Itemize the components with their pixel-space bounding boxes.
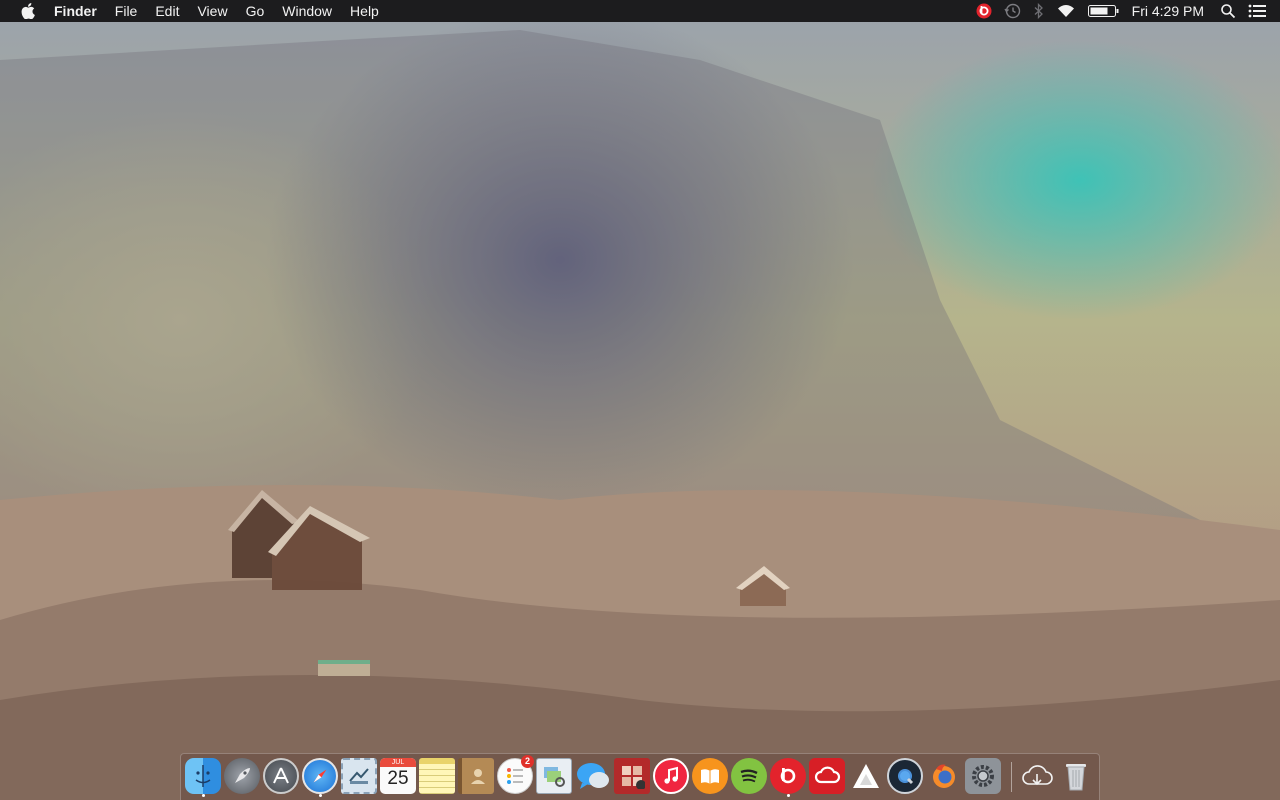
- dock-quicktime-icon[interactable]: [887, 758, 923, 794]
- dock-mail-stamp-icon[interactable]: [341, 758, 377, 794]
- menu-file[interactable]: File: [115, 3, 138, 19]
- dock-calendar-icon[interactable]: JUL 25: [380, 758, 416, 794]
- time-machine-icon[interactable]: [1004, 0, 1022, 22]
- dock-notes-icon[interactable]: [419, 758, 455, 794]
- battery-icon[interactable]: [1087, 0, 1120, 22]
- calendar-month: JUL: [380, 758, 416, 767]
- menu-bar: Finder File Edit View Go Window Help Fri…: [0, 0, 1280, 22]
- dock-app-store-icon[interactable]: [263, 758, 299, 794]
- menu-view[interactable]: View: [197, 3, 227, 19]
- spotlight-search-icon[interactable]: [1220, 0, 1236, 22]
- beats-icon[interactable]: [976, 0, 992, 22]
- dock-contacts-book-icon[interactable]: [458, 758, 494, 794]
- dock-itunes-note-icon[interactable]: [653, 758, 689, 794]
- notification-center-icon[interactable]: [1248, 0, 1266, 22]
- running-indicator-finder: [202, 794, 205, 797]
- menu-go[interactable]: Go: [246, 3, 265, 19]
- dock-trash-icon[interactable]: [1058, 758, 1094, 794]
- dock-separator: [1011, 762, 1012, 792]
- dock-creative-cloud-icon[interactable]: [809, 758, 845, 794]
- dock-cloud-download-icon[interactable]: [1019, 758, 1055, 794]
- dock-system-preferences-gear-icon[interactable]: [965, 758, 1001, 794]
- wallpaper-landscape: [0, 30, 1280, 800]
- calendar-day: 25: [387, 768, 409, 789]
- dock-messages-bubble-icon[interactable]: [575, 758, 611, 794]
- dock-firefox-icon[interactable]: [926, 758, 962, 794]
- dock-safari-compass-icon[interactable]: [302, 758, 338, 794]
- running-indicator-safari: [319, 794, 322, 797]
- dock-spotify-icon[interactable]: [731, 758, 767, 794]
- dock-photo-booth-icon[interactable]: [614, 758, 650, 794]
- reminders-badge: 2: [521, 755, 534, 768]
- bluetooth-icon[interactable]: [1034, 0, 1044, 22]
- dock-ibooks-icon[interactable]: [692, 758, 728, 794]
- apple-logo-icon[interactable]: [20, 3, 36, 19]
- dock: JUL 25 2: [180, 753, 1100, 800]
- desktop-wallpaper: [0, 0, 1280, 800]
- running-indicator-beats: [787, 794, 790, 797]
- menu-window[interactable]: Window: [282, 3, 332, 19]
- menu-help[interactable]: Help: [350, 3, 379, 19]
- dock-preview-icon[interactable]: [536, 758, 572, 794]
- menu-clock[interactable]: Fri 4:29 PM: [1132, 3, 1204, 19]
- dock-finder-icon[interactable]: [185, 758, 221, 794]
- menu-edit[interactable]: Edit: [155, 3, 179, 19]
- dock-triangle-icon[interactable]: [848, 758, 884, 794]
- dock-launchpad-rocket-icon[interactable]: [224, 758, 260, 794]
- wifi-icon[interactable]: [1056, 0, 1076, 22]
- menu-app-name[interactable]: Finder: [54, 3, 97, 19]
- dock-beats-icon[interactable]: [770, 758, 806, 794]
